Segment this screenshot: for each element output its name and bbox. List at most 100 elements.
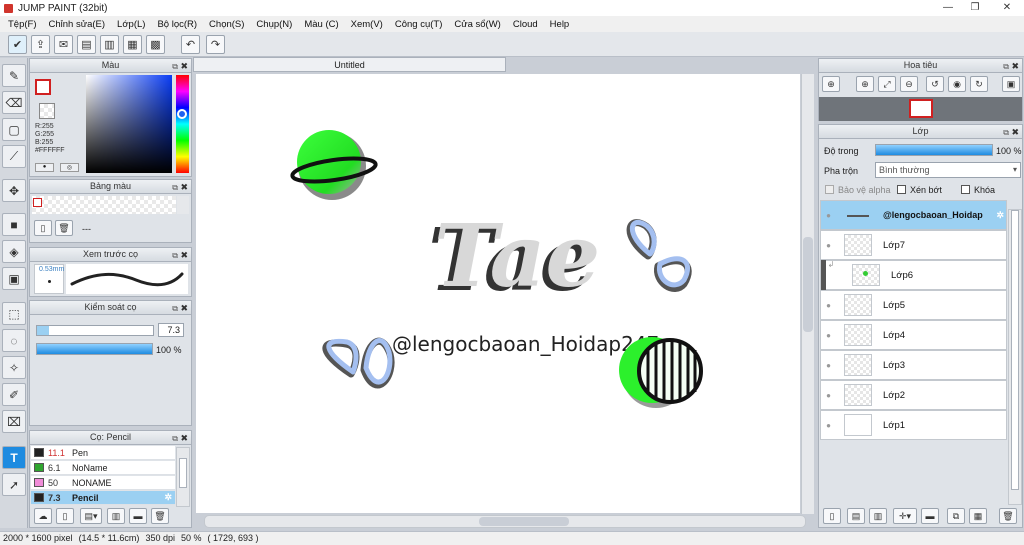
layer-opacity-slider[interactable] <box>875 144 993 156</box>
navigator-viewport[interactable] <box>909 99 933 118</box>
brush-settings-icon[interactable]: ▥ <box>107 508 125 524</box>
transparent-button[interactable]: ◎ <box>60 163 79 172</box>
reset-icon[interactable]: ◉ <box>948 76 966 92</box>
layer-row-1[interactable]: ● Lớp1 <box>820 410 1007 440</box>
scroll-thumb[interactable] <box>803 237 813 332</box>
magic-wand-icon[interactable]: ✧ <box>2 356 26 379</box>
document-icon[interactable]: ▥ <box>100 35 119 54</box>
menu-tools[interactable]: Công cụ(T) <box>389 19 449 30</box>
layer-row-2[interactable]: ● Lớp2 <box>820 380 1007 410</box>
canvas-vertical-scrollbar[interactable] <box>801 74 814 514</box>
page-icon[interactable]: ▦ <box>123 35 142 54</box>
new-brush-icon[interactable]: ▯ <box>56 508 74 524</box>
flip-icon[interactable]: ▣ <box>1002 76 1020 92</box>
clipping-checkbox[interactable] <box>897 185 906 194</box>
brush-size-input[interactable]: 7.3 <box>158 323 184 337</box>
delete-layer-icon[interactable]: 🗑 <box>999 508 1017 524</box>
brush-opacity-slider[interactable] <box>36 343 153 355</box>
bucket-tool-icon[interactable]: ◈ <box>2 240 26 263</box>
gradient-tool-icon[interactable]: ▣ <box>2 267 26 290</box>
menu-cloud[interactable]: Cloud <box>507 19 544 30</box>
eraser-tool-icon[interactable]: ⌫ <box>2 91 26 114</box>
text-tool-icon[interactable]: T <box>2 446 26 469</box>
comment-icon[interactable]: ✉ <box>54 35 73 54</box>
eye-icon[interactable]: ● <box>821 211 836 220</box>
operation-tool-icon[interactable]: ➚ <box>2 473 26 496</box>
upload-icon[interactable]: ⇪ <box>31 35 50 54</box>
layer-row-3[interactable]: ● Lớp3 <box>820 350 1007 380</box>
delete-palette-icon[interactable]: 🗑 <box>55 220 73 236</box>
hue-handle[interactable] <box>177 109 187 119</box>
detach-icon[interactable]: ⧉ <box>172 432 178 445</box>
detach-icon[interactable]: ⧉ <box>172 181 178 194</box>
menu-color[interactable]: Màu (C) <box>298 19 344 30</box>
layer-scrollbar[interactable] <box>1008 209 1022 505</box>
eye-icon[interactable]: ● <box>821 241 836 250</box>
cloud-check-icon[interactable]: ✔ <box>8 35 27 54</box>
layer-row-6[interactable]: ↲ Lớp6 <box>820 260 1007 290</box>
menu-file[interactable]: Tệp(F) <box>2 19 43 30</box>
layer-row-4[interactable]: ● Lớp4 <box>820 320 1007 350</box>
sub-color-swatch[interactable] <box>39 103 55 119</box>
palette-scrollbar[interactable] <box>177 196 189 214</box>
minimize-button[interactable]: — <box>935 0 961 14</box>
scroll-thumb[interactable] <box>1011 210 1019 490</box>
brush-tool-icon[interactable]: ✎ <box>2 64 26 87</box>
main-color-swatch[interactable] <box>35 79 51 95</box>
merge-layer-icon[interactable]: ▦ <box>969 508 987 524</box>
layer-folder-icon[interactable]: ▬ <box>921 508 939 524</box>
lasso-select-icon[interactable]: ◌ <box>2 329 26 352</box>
menu-capture[interactable]: Chụp(N) <box>250 19 298 30</box>
close-panel-icon[interactable]: ✖ <box>180 181 188 194</box>
zoom-out-icon[interactable]: ⊖ <box>900 76 918 92</box>
lock-checkbox[interactable] <box>961 185 970 194</box>
brush-item-pencil[interactable]: 7.3 Pencil ✲ <box>31 491 175 505</box>
detach-icon[interactable]: ⧉ <box>172 302 178 315</box>
new-palette-icon[interactable]: ▯ <box>34 220 52 236</box>
fill-rect-tool-icon[interactable]: ■ <box>2 213 26 236</box>
close-panel-icon[interactable]: ✖ <box>180 432 188 445</box>
gear-icon[interactable]: ✲ <box>164 492 172 503</box>
detach-icon[interactable]: ⧉ <box>1003 126 1009 139</box>
document-tab[interactable]: Untitled <box>193 57 506 72</box>
move-tool-icon[interactable]: ✥ <box>2 179 26 202</box>
eye-icon[interactable]: ● <box>821 331 836 340</box>
brush-list-scrollbar[interactable] <box>176 447 190 507</box>
close-panel-icon[interactable]: ✖ <box>1011 126 1019 139</box>
canvas[interactable]: Tae Tae @lengocbaoan_Hoidap247 <box>196 74 800 513</box>
brush-menu-icon[interactable]: ▤▾ <box>80 508 102 524</box>
layer-row-handle[interactable]: ● @lengocbaoan_Hoidap ✲ <box>820 200 1007 230</box>
scroll-thumb[interactable] <box>179 458 187 488</box>
rect-select-icon[interactable]: ⬚ <box>2 302 26 325</box>
menu-view[interactable]: Xem(V) <box>345 19 389 30</box>
canvas-horizontal-scrollbar[interactable] <box>204 515 806 528</box>
menu-help[interactable]: Help <box>544 19 576 30</box>
palette-swatches[interactable] <box>32 196 176 214</box>
undo-icon[interactable]: ↶ <box>181 35 200 54</box>
close-panel-icon[interactable]: ✖ <box>180 249 188 262</box>
zoom-in-icon[interactable]: ⊕ <box>822 76 840 92</box>
zoom-in-icon[interactable]: ⊕ <box>856 76 874 92</box>
duplicate-layer-icon[interactable]: ⧉ <box>947 508 965 524</box>
detach-icon[interactable]: ⧉ <box>1003 60 1009 73</box>
brush-cloud-icon[interactable]: ☁ <box>34 508 52 524</box>
rectangle-tool-icon[interactable]: ▢ <box>2 118 26 141</box>
redo-icon[interactable]: ↷ <box>206 35 225 54</box>
eye-icon[interactable]: ● <box>821 391 836 400</box>
select-pen-icon[interactable]: ✐ <box>2 383 26 406</box>
close-button[interactable]: ✕ <box>990 0 1024 14</box>
maximize-button[interactable]: ❐ <box>962 0 988 14</box>
line-tool-icon[interactable]: ⟋ <box>2 145 26 168</box>
brush-item-noname-2[interactable]: 50 NONAME <box>31 476 175 490</box>
eye-icon[interactable]: ● <box>821 361 836 370</box>
layer-row-7[interactable]: ● Lớp7 <box>820 230 1007 260</box>
blend-mode-select[interactable]: Bình thường ▾ <box>875 162 1021 178</box>
detach-icon[interactable]: ⧉ <box>172 60 178 73</box>
layer-row-5[interactable]: ● Lớp5 <box>820 290 1007 320</box>
panel-icon[interactable]: ▤ <box>77 35 96 54</box>
add-layer-menu-icon[interactable]: ✛▾ <box>893 508 917 524</box>
menu-filter[interactable]: Bộ lọc(R) <box>151 19 203 30</box>
close-panel-icon[interactable]: ✖ <box>180 60 188 73</box>
brush-size-slider[interactable] <box>36 325 154 336</box>
navigator-preview[interactable] <box>819 97 1022 121</box>
